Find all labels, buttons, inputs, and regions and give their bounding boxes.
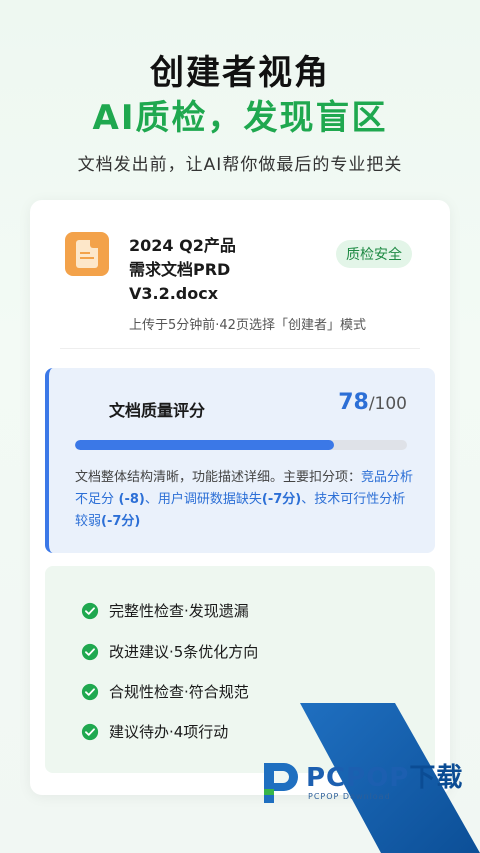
check-circle-icon — [81, 723, 99, 740]
quality-score-panel: 文档质量评分 78/100 文档整体结构清晰，功能描述详细。主要扣分项：竞品分析… — [45, 368, 435, 553]
file-meta: 上传于5分钟前·42页选择「创建者」模式 — [129, 318, 366, 333]
hero-subtitle: 文档发出前，让AI帮你做最后的专业把关 — [77, 155, 403, 175]
list-item: 合规性检查·符合规范 — [81, 681, 249, 702]
score-description: 文档整体结构清晰，功能描述详细。主要扣分项：竞品分析不足分 (-8)、用户调研数… — [75, 470, 414, 529]
file-name[interactable]: 2024 Q2产品 需求文档PRD V3.2.docx — [129, 234, 329, 306]
hero: 创建者视角 AI质检，发现盲区 文档发出前，让AI帮你做最后的专业把关 — [0, 52, 480, 175]
document-icon — [65, 232, 109, 276]
score-progress-bar — [75, 440, 407, 450]
check-circle-icon — [81, 602, 99, 619]
list-item: 建议待办·4项行动 — [81, 721, 228, 742]
divider — [60, 348, 420, 349]
list-item: 改进建议·5条优化方向 — [81, 641, 258, 662]
score-value: 78/100 — [338, 390, 407, 415]
score-label: 文档质量评分 — [109, 401, 206, 420]
pcpop-logo-icon — [264, 763, 298, 803]
check-circle-icon — [81, 683, 99, 700]
hero-title: 创建者视角 — [150, 53, 330, 93]
list-item: 完整性检查·发现遗漏 — [81, 600, 249, 621]
score-progress-fill — [75, 440, 334, 450]
hero-highlight-title: AI质检，发现盲区 — [92, 98, 388, 138]
watermark: PCPOP下载 PCPOP Download — [258, 757, 463, 807]
check-circle-icon — [81, 643, 99, 660]
status-badge: 质检安全 — [336, 240, 412, 268]
